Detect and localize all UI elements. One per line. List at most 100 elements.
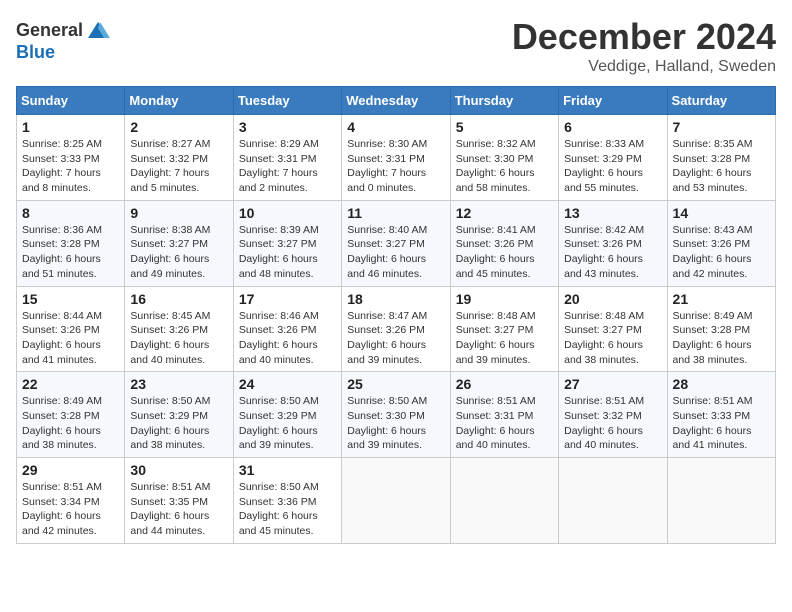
sunrise-text: Sunrise: 8:41 AM [456, 224, 536, 236]
daylight-text: Daylight: 6 hours and 44 minutes. [130, 510, 209, 537]
calendar-table: SundayMondayTuesdayWednesdayThursdayFrid… [16, 86, 776, 544]
sunrise-text: Sunrise: 8:48 AM [564, 310, 644, 322]
weekday-header-thursday: Thursday [450, 87, 558, 115]
day-number: 2 [130, 119, 227, 135]
day-info: Sunrise: 8:50 AM Sunset: 3:29 PM Dayligh… [130, 394, 227, 453]
daylight-text: Daylight: 6 hours and 42 minutes. [22, 510, 101, 537]
sunrise-text: Sunrise: 8:36 AM [22, 224, 102, 236]
calendar-cell: 28 Sunrise: 8:51 AM Sunset: 3:33 PM Dayl… [667, 372, 775, 458]
calendar-cell: 25 Sunrise: 8:50 AM Sunset: 3:30 PM Dayl… [342, 372, 450, 458]
day-number: 1 [22, 119, 119, 135]
sunset-text: Sunset: 3:33 PM [673, 410, 751, 422]
day-number: 21 [673, 291, 770, 307]
day-info: Sunrise: 8:51 AM Sunset: 3:33 PM Dayligh… [673, 394, 770, 453]
daylight-text: Daylight: 6 hours and 49 minutes. [130, 253, 209, 280]
daylight-text: Daylight: 6 hours and 41 minutes. [22, 339, 101, 366]
sunrise-text: Sunrise: 8:40 AM [347, 224, 427, 236]
day-info: Sunrise: 8:51 AM Sunset: 3:31 PM Dayligh… [456, 394, 553, 453]
calendar-cell: 24 Sunrise: 8:50 AM Sunset: 3:29 PM Dayl… [233, 372, 341, 458]
sunrise-text: Sunrise: 8:39 AM [239, 224, 319, 236]
month-title: December 2024 [512, 16, 776, 58]
calendar-cell: 11 Sunrise: 8:40 AM Sunset: 3:27 PM Dayl… [342, 200, 450, 286]
day-info: Sunrise: 8:39 AM Sunset: 3:27 PM Dayligh… [239, 223, 336, 282]
day-info: Sunrise: 8:38 AM Sunset: 3:27 PM Dayligh… [130, 223, 227, 282]
day-info: Sunrise: 8:36 AM Sunset: 3:28 PM Dayligh… [22, 223, 119, 282]
sunrise-text: Sunrise: 8:50 AM [347, 395, 427, 407]
sunset-text: Sunset: 3:29 PM [564, 153, 642, 165]
calendar-cell: 10 Sunrise: 8:39 AM Sunset: 3:27 PM Dayl… [233, 200, 341, 286]
sunrise-text: Sunrise: 8:43 AM [673, 224, 753, 236]
calendar-week-row: 1 Sunrise: 8:25 AM Sunset: 3:33 PM Dayli… [17, 115, 776, 201]
sunset-text: Sunset: 3:29 PM [130, 410, 208, 422]
sunset-text: Sunset: 3:35 PM [130, 496, 208, 508]
calendar-cell: 19 Sunrise: 8:48 AM Sunset: 3:27 PM Dayl… [450, 286, 558, 372]
sunrise-text: Sunrise: 8:33 AM [564, 138, 644, 150]
calendar-cell: 3 Sunrise: 8:29 AM Sunset: 3:31 PM Dayli… [233, 115, 341, 201]
day-number: 18 [347, 291, 444, 307]
calendar-cell: 29 Sunrise: 8:51 AM Sunset: 3:34 PM Dayl… [17, 458, 125, 544]
calendar-cell: 2 Sunrise: 8:27 AM Sunset: 3:32 PM Dayli… [125, 115, 233, 201]
day-number: 17 [239, 291, 336, 307]
daylight-text: Daylight: 6 hours and 40 minutes. [456, 425, 535, 452]
sunrise-text: Sunrise: 8:42 AM [564, 224, 644, 236]
day-number: 29 [22, 462, 119, 478]
sunset-text: Sunset: 3:28 PM [22, 238, 100, 250]
day-info: Sunrise: 8:33 AM Sunset: 3:29 PM Dayligh… [564, 137, 661, 196]
sunset-text: Sunset: 3:33 PM [22, 153, 100, 165]
title-block: December 2024 Veddige, Halland, Sweden [512, 16, 776, 76]
sunrise-text: Sunrise: 8:51 AM [22, 481, 102, 493]
sunset-text: Sunset: 3:26 PM [22, 324, 100, 336]
day-info: Sunrise: 8:42 AM Sunset: 3:26 PM Dayligh… [564, 223, 661, 282]
day-number: 7 [673, 119, 770, 135]
sunrise-text: Sunrise: 8:30 AM [347, 138, 427, 150]
logo-blue: Blue [16, 42, 55, 62]
day-number: 9 [130, 205, 227, 221]
daylight-text: Daylight: 6 hours and 39 minutes. [347, 339, 426, 366]
calendar-cell: 31 Sunrise: 8:50 AM Sunset: 3:36 PM Dayl… [233, 458, 341, 544]
daylight-text: Daylight: 6 hours and 48 minutes. [239, 253, 318, 280]
day-number: 5 [456, 119, 553, 135]
calendar-cell: 21 Sunrise: 8:49 AM Sunset: 3:28 PM Dayl… [667, 286, 775, 372]
weekday-header-row: SundayMondayTuesdayWednesdayThursdayFrid… [17, 87, 776, 115]
sunset-text: Sunset: 3:30 PM [456, 153, 534, 165]
calendar-cell: 1 Sunrise: 8:25 AM Sunset: 3:33 PM Dayli… [17, 115, 125, 201]
day-number: 8 [22, 205, 119, 221]
calendar-cell: 17 Sunrise: 8:46 AM Sunset: 3:26 PM Dayl… [233, 286, 341, 372]
daylight-text: Daylight: 6 hours and 40 minutes. [130, 339, 209, 366]
calendar-cell [342, 458, 450, 544]
calendar-cell: 16 Sunrise: 8:45 AM Sunset: 3:26 PM Dayl… [125, 286, 233, 372]
sunrise-text: Sunrise: 8:25 AM [22, 138, 102, 150]
sunrise-text: Sunrise: 8:50 AM [239, 481, 319, 493]
daylight-text: Daylight: 6 hours and 53 minutes. [673, 167, 752, 194]
calendar-cell: 22 Sunrise: 8:49 AM Sunset: 3:28 PM Dayl… [17, 372, 125, 458]
sunrise-text: Sunrise: 8:29 AM [239, 138, 319, 150]
day-number: 23 [130, 376, 227, 392]
day-number: 25 [347, 376, 444, 392]
weekday-header-monday: Monday [125, 87, 233, 115]
day-info: Sunrise: 8:44 AM Sunset: 3:26 PM Dayligh… [22, 309, 119, 368]
sunrise-text: Sunrise: 8:48 AM [456, 310, 536, 322]
day-info: Sunrise: 8:30 AM Sunset: 3:31 PM Dayligh… [347, 137, 444, 196]
day-number: 20 [564, 291, 661, 307]
sunrise-text: Sunrise: 8:45 AM [130, 310, 210, 322]
weekday-header-wednesday: Wednesday [342, 87, 450, 115]
logo-general: General [16, 20, 83, 40]
sunset-text: Sunset: 3:30 PM [347, 410, 425, 422]
sunset-text: Sunset: 3:26 PM [456, 238, 534, 250]
daylight-text: Daylight: 7 hours and 2 minutes. [239, 167, 318, 194]
daylight-text: Daylight: 6 hours and 45 minutes. [239, 510, 318, 537]
sunset-text: Sunset: 3:32 PM [130, 153, 208, 165]
daylight-text: Daylight: 6 hours and 41 minutes. [673, 425, 752, 452]
day-number: 31 [239, 462, 336, 478]
daylight-text: Daylight: 6 hours and 43 minutes. [564, 253, 643, 280]
sunset-text: Sunset: 3:32 PM [564, 410, 642, 422]
sunset-text: Sunset: 3:28 PM [673, 153, 751, 165]
day-number: 19 [456, 291, 553, 307]
day-number: 22 [22, 376, 119, 392]
page-header: General Blue December 2024 Veddige, Hall… [16, 16, 776, 76]
calendar-cell: 30 Sunrise: 8:51 AM Sunset: 3:35 PM Dayl… [125, 458, 233, 544]
calendar-week-row: 15 Sunrise: 8:44 AM Sunset: 3:26 PM Dayl… [17, 286, 776, 372]
day-info: Sunrise: 8:47 AM Sunset: 3:26 PM Dayligh… [347, 309, 444, 368]
day-info: Sunrise: 8:41 AM Sunset: 3:26 PM Dayligh… [456, 223, 553, 282]
day-number: 10 [239, 205, 336, 221]
